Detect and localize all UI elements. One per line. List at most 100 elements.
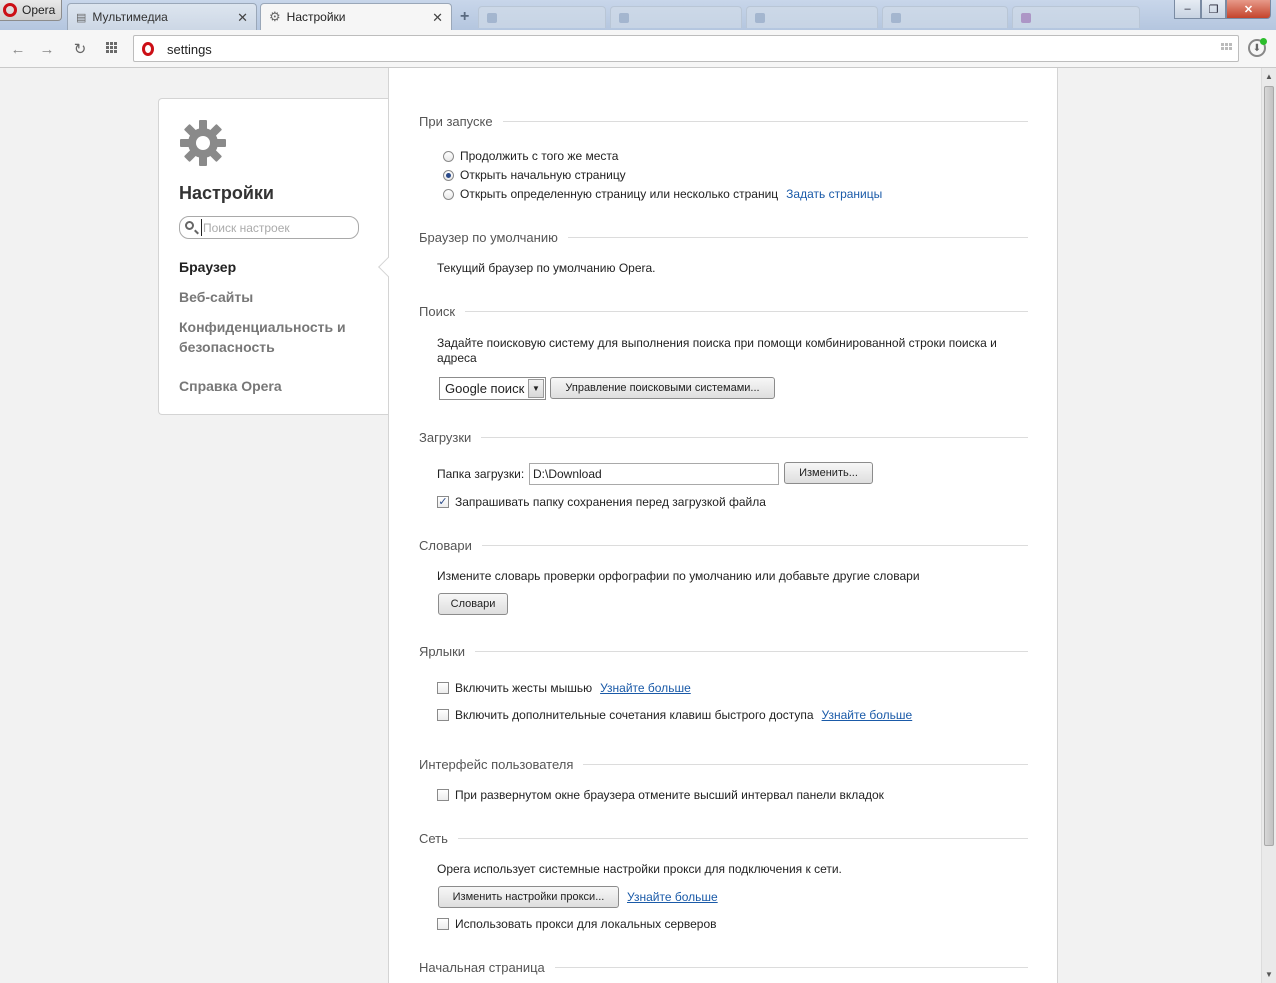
checkbox-checked[interactable]: ✓ [437, 496, 449, 508]
close-tab-icon[interactable]: ✕ [432, 10, 443, 26]
chevron-down-icon[interactable]: ▼ [528, 379, 544, 398]
tab-label: Мультимедиа [92, 10, 168, 24]
ask-download-location[interactable]: ✓ Запрашивать папку сохранения перед заг… [437, 495, 766, 509]
section-heading-homepage: Начальная страница [419, 960, 1028, 975]
default-browser-text: Текущий браузер по умолчанию Opera. [437, 261, 656, 275]
scrollbar-thumb[interactable] [1264, 86, 1274, 846]
background-tab[interactable] [478, 6, 606, 28]
tab-multimedia[interactable]: ▤ Мультимедиа ✕ [67, 3, 257, 30]
radio-label: Продолжить с того же места [460, 149, 619, 163]
change-folder-button[interactable]: Изменить... [784, 462, 873, 484]
opera-logo-icon [3, 3, 17, 17]
speed-dial-icon[interactable] [106, 42, 117, 53]
learn-more-link[interactable]: Узнайте больше [822, 708, 913, 722]
learn-more-link[interactable]: Узнайте больше [600, 681, 691, 695]
close-tab-icon[interactable]: ✕ [237, 10, 248, 26]
section-heading-startup: При запуске [419, 114, 1028, 129]
maximize-button[interactable]: ❐ [1201, 0, 1226, 19]
dictionaries-description: Измените словарь проверки орфографии по … [437, 569, 920, 583]
tab-spacing-option[interactable]: При развернутом окне браузера отмените в… [437, 788, 884, 802]
sidebar-item-browser[interactable]: Браузер [179, 257, 236, 277]
section-heading-search: Поиск [419, 304, 1028, 319]
forward-button[interactable]: → [37, 39, 57, 59]
set-pages-link[interactable]: Задать страницы [786, 187, 882, 201]
background-tab[interactable] [746, 6, 878, 28]
section-heading-network: Сеть [419, 831, 1028, 846]
mouse-gestures-option[interactable]: Включить жесты мышью Узнайте больше [437, 681, 691, 695]
radio-button[interactable] [443, 169, 454, 181]
download-folder-field[interactable]: D:\Download [529, 463, 779, 485]
minimize-button[interactable]: – [1174, 0, 1201, 19]
background-tab[interactable] [1012, 6, 1140, 28]
tab-settings[interactable]: ⚙ Настройки ✕ [260, 3, 452, 30]
navigation-toolbar: ← → ↻ settings ⬇ [0, 30, 1276, 68]
download-status-dot [1260, 38, 1267, 45]
page-title: Настройки [179, 183, 274, 203]
search-input[interactable] [201, 219, 351, 236]
address-text: settings [167, 42, 212, 57]
section-heading-default-browser: Браузер по умолчанию [419, 230, 1028, 245]
gear-icon: ⚙ [269, 9, 281, 24]
checkbox-label: Включить дополнительные сочетания клавиш… [455, 708, 814, 722]
local-proxy-option[interactable]: Использовать прокси для локальных сервер… [437, 917, 717, 931]
proxy-settings-button[interactable]: Изменить настройки прокси... [438, 886, 619, 908]
startup-option-specific[interactable]: Открыть определенную страницу или нескол… [443, 187, 882, 201]
tab-label: Настройки [286, 10, 346, 24]
keyboard-shortcuts-option[interactable]: Включить дополнительные сочетания клавиш… [437, 708, 912, 722]
section-heading-ui: Интерфейс пользователя [419, 757, 1028, 772]
scroll-down-arrow-icon[interactable]: ▼ [1265, 970, 1273, 979]
opera-badge-icon [142, 42, 154, 56]
section-heading-shortcuts: Ярлыки [419, 644, 1028, 659]
settings-sidebar: Настройки Браузер Веб-сайты Конфиденциал… [158, 98, 389, 415]
startup-option-homepage[interactable]: Открыть начальную страницу [443, 168, 626, 182]
new-tab-button[interactable]: + [460, 8, 469, 26]
sidebar-item-websites[interactable]: Веб-сайты [179, 287, 253, 307]
reload-button[interactable]: ↻ [70, 39, 90, 59]
checkbox[interactable] [437, 789, 449, 801]
download-folder-label: Папка загрузки: [437, 467, 525, 481]
favicon-icon [891, 12, 901, 23]
sidebar-item-help[interactable]: Справка Opera [179, 376, 282, 396]
sidebar-item-privacy[interactable]: Конфиденциальность и [179, 317, 346, 337]
back-button[interactable]: ← [8, 39, 28, 59]
search-description: Задайте поисковую систему для выполнения… [437, 336, 997, 350]
opera-menu-button[interactable]: Opera [0, 0, 62, 21]
scroll-up-arrow-icon[interactable]: ▲ [1265, 72, 1273, 81]
favicon-icon [619, 12, 629, 23]
dictionaries-button[interactable]: Словари [438, 593, 508, 615]
radio-label: Открыть начальную страницу [460, 168, 626, 182]
vertical-scrollbar[interactable]: ▲ ▼ [1261, 68, 1276, 983]
checkbox-label: При развернутом окне браузера отмените в… [455, 788, 884, 802]
radio-button[interactable] [443, 188, 454, 200]
network-description: Opera использует системные настройки про… [437, 862, 842, 876]
checkbox-label: Использовать прокси для локальных сервер… [455, 917, 717, 931]
search-icon [185, 221, 194, 230]
radio-button[interactable] [443, 150, 454, 162]
section-heading-downloads: Загрузки [419, 430, 1028, 445]
checkbox-label: Запрашивать папку сохранения перед загру… [455, 495, 766, 509]
checkbox-label: Включить жесты мышью [455, 681, 593, 695]
background-tab[interactable] [610, 6, 742, 28]
background-tab[interactable] [882, 6, 1008, 28]
document-icon: ▤ [76, 11, 87, 24]
title-bar: Opera ▤ Мультимедиа ✕ ⚙ Настройки ✕ + – … [0, 0, 1276, 30]
address-bar[interactable]: settings [133, 35, 1239, 62]
learn-more-link[interactable]: Узнайте больше [627, 890, 718, 905]
section-heading-dictionaries: Словари [419, 538, 1028, 553]
settings-main-panel: При запуске Продолжить с того же места О… [378, 68, 1058, 983]
startup-option-continue[interactable]: Продолжить с того же места [443, 149, 618, 163]
favicon-icon [1021, 12, 1031, 23]
favicon-icon [755, 12, 765, 23]
grid-icon[interactable] [1221, 43, 1232, 50]
checkbox[interactable] [437, 682, 449, 694]
gear-icon [180, 120, 226, 166]
sidebar-item-privacy-line2[interactable]: безопасность [179, 337, 275, 357]
search-engine-select[interactable]: Google поиск ▼ [439, 377, 546, 400]
radio-label: Открыть определенную страницу или нескол… [460, 187, 779, 201]
checkbox[interactable] [437, 918, 449, 930]
selected-engine: Google поиск [445, 381, 525, 396]
settings-search[interactable] [179, 216, 359, 239]
manage-search-engines-button[interactable]: Управление поисковыми системами... [550, 377, 775, 399]
checkbox[interactable] [437, 709, 449, 721]
close-window-button[interactable]: ✕ [1226, 0, 1271, 19]
